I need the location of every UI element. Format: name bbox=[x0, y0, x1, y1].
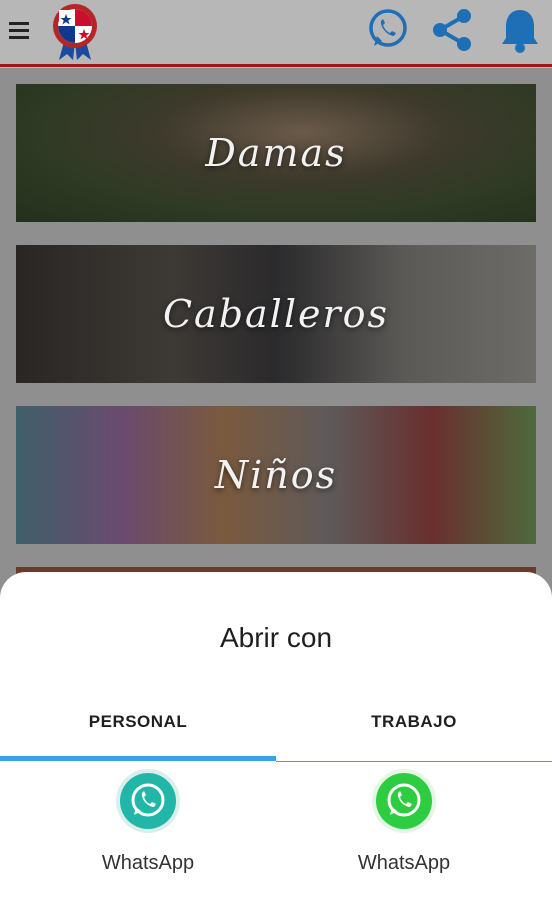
category-label: Damas bbox=[205, 131, 347, 175]
share-icon[interactable] bbox=[428, 6, 476, 54]
category-label: Caballeros bbox=[162, 292, 390, 336]
app-option-whatsapp-personal[interactable]: WhatsApp bbox=[68, 768, 228, 875]
category-card-damas[interactable]: Damas bbox=[16, 84, 536, 222]
category-card-ninos[interactable]: Niños bbox=[16, 406, 536, 544]
sheet-title: Abrir con bbox=[219, 622, 333, 653]
tab-selected-indicator bbox=[0, 756, 276, 761]
app-label: WhatsApp bbox=[357, 852, 451, 874]
panama-flag-ribbon-icon[interactable] bbox=[45, 2, 105, 62]
tab-trabajo[interactable]: TRABAJO bbox=[276, 712, 552, 732]
menu-icon[interactable] bbox=[9, 20, 31, 42]
open-with-sheet: Abrir con PERSONAL TRABAJO WhatsApp What… bbox=[0, 572, 552, 900]
category-card-caballeros[interactable]: Caballeros bbox=[16, 245, 536, 383]
whatsapp-business-icon bbox=[115, 768, 181, 834]
app-option-whatsapp-work[interactable]: WhatsApp bbox=[324, 768, 484, 875]
whatsapp-icon[interactable] bbox=[364, 6, 412, 54]
whatsapp-icon bbox=[371, 768, 437, 834]
category-label: Niños bbox=[214, 453, 338, 497]
header-divider bbox=[0, 64, 552, 67]
tab-divider bbox=[276, 761, 552, 762]
app-label: WhatsApp bbox=[101, 852, 195, 874]
bell-icon[interactable] bbox=[496, 6, 544, 54]
app-header bbox=[0, 0, 552, 68]
tab-personal[interactable]: PERSONAL bbox=[0, 712, 276, 732]
